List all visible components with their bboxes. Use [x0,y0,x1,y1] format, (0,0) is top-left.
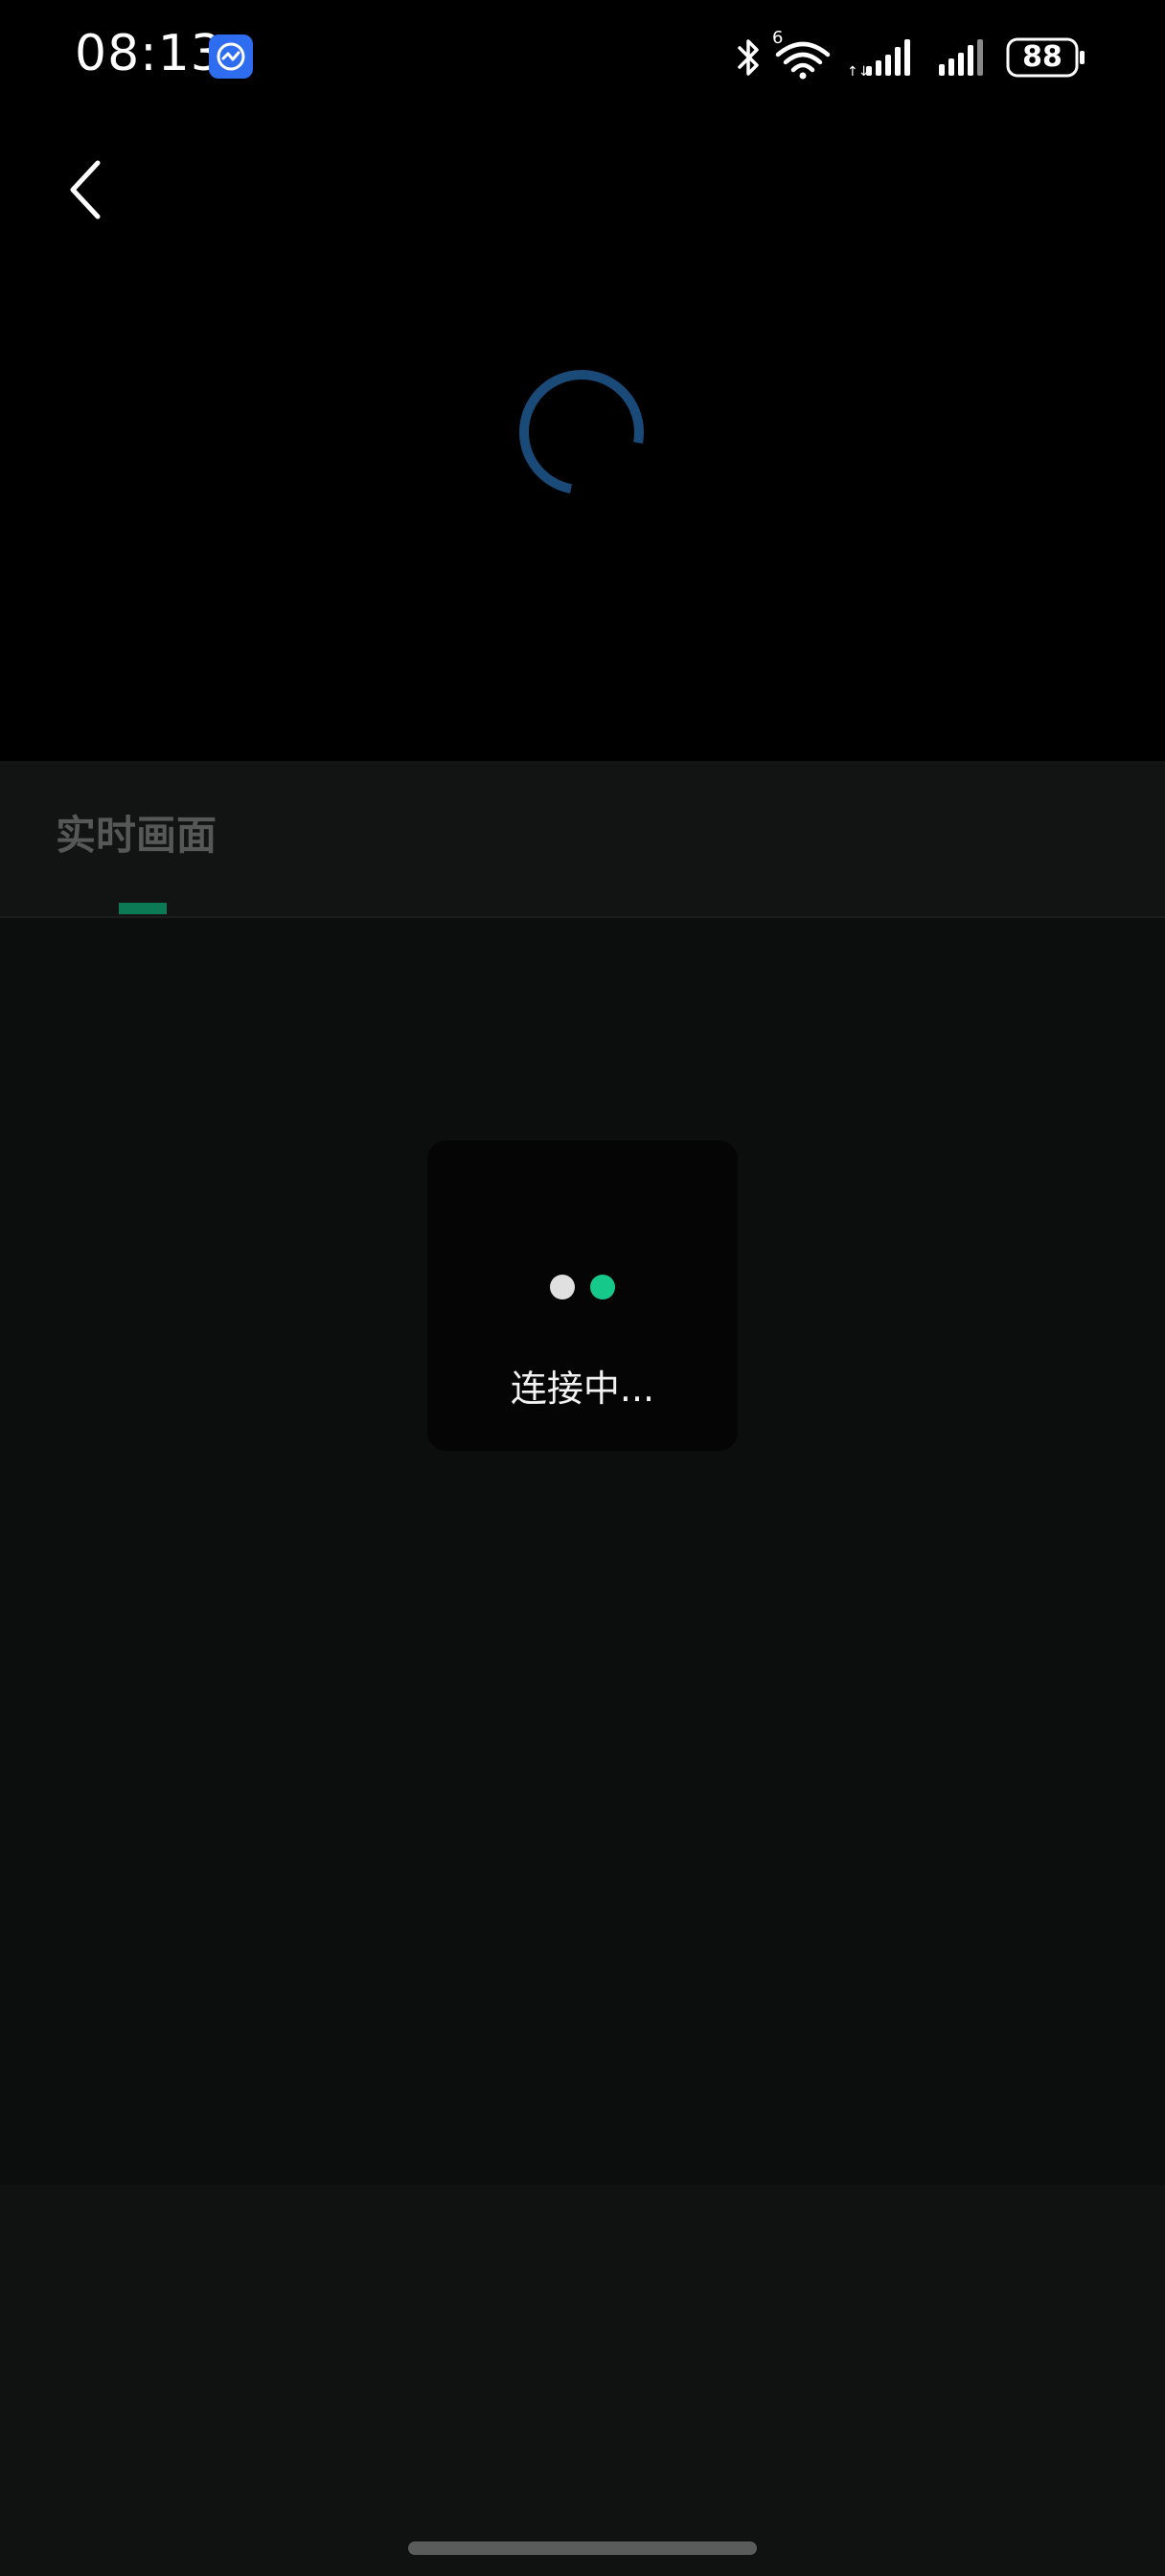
status-icons: 6 ↑↓ 88 [732,28,1086,84]
live-view-screen: 08:13 6 ↑↓ 88 实时画面 连接中... [0,0,1165,2576]
loading-dot [550,1275,575,1300]
bottom-area [0,2185,1165,2576]
cellular-signal-icon: ↑↓ [847,35,916,80]
svg-text:↑↓: ↑↓ [847,64,869,80]
loading-dialog: 连接中... [427,1140,738,1451]
tab-realtime-view[interactable]: 实时画面 [56,803,217,862]
back-button[interactable] [57,153,115,230]
home-indicator[interactable] [408,2542,757,2555]
tab-active-indicator [119,903,167,914]
loading-dot [590,1275,615,1300]
battery-icon: 88 [1006,35,1086,80]
tab-bar: 实时画面 [0,761,1165,918]
chevron-left-icon [67,159,105,224]
wifi-label: 6 [772,28,784,48]
loading-dots [427,1275,738,1300]
battery-level: 88 [1022,40,1062,74]
wifi-6-icon: 6 [772,28,832,80]
loading-text: 连接中... [510,1368,655,1410]
status-bar: 08:13 6 ↑↓ 88 [0,0,1165,115]
cellular-signal-icon [937,35,987,80]
bluetooth-icon [732,35,765,80]
status-time: 08:13 [75,25,223,82]
loading-spinner-icon [517,368,648,498]
content-area [0,918,1165,2185]
meeting-app-icon [209,34,253,79]
